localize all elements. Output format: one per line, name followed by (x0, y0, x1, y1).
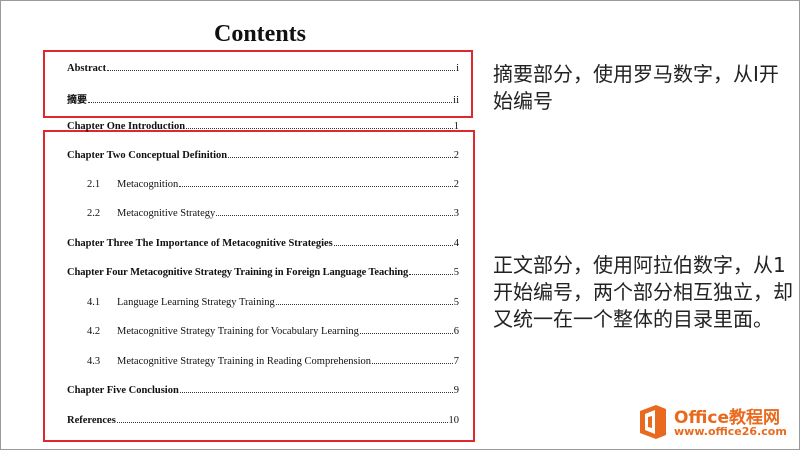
toc-row-section-2-1: 2.1 Metacognition 2 (87, 178, 459, 192)
toc-entry-text: Metacognition (117, 179, 179, 190)
toc-row-chinese-abstract: 摘要 ii (67, 91, 459, 106)
toc-row-references: References 10 (67, 414, 459, 428)
toc-row-chapter-four: Chapter Four Metacognitive Strategy Trai… (67, 266, 459, 280)
page-title: Contents (214, 21, 307, 47)
slide-frame: Contents Abstract i 摘要 ii Chapter One In… (0, 0, 800, 450)
toc-page-number: ii (453, 95, 459, 106)
toc-row-chapter-two: Chapter Two Conceptual Definition 2 (67, 149, 459, 163)
toc-entry-text: Chapter Three The Importance of Metacogn… (67, 238, 333, 249)
toc-row-section-4-2: 4.2 Metacognitive Strategy Training for … (87, 325, 459, 339)
toc-row-section-2-2: 2.2 Metacognitive Strategy 3 (87, 207, 459, 221)
toc-section-number: 2.1 (87, 179, 101, 190)
toc-page-number: 5 (453, 267, 459, 278)
toc-page-number: 7 (453, 356, 459, 367)
toc-page-number: 2 (453, 150, 459, 161)
office-tutorial-logo: Office教程网 www.office26.com (638, 401, 798, 445)
toc-entry-text: Chapter One Introduction (67, 121, 186, 132)
toc-leader-dots (409, 266, 453, 275)
toc-page-number: 3 (453, 208, 459, 219)
toc-leader-dots (359, 325, 453, 334)
toc-page-number: 4 (453, 238, 459, 249)
logo-url: www.office26.com (674, 425, 787, 438)
toc-entry-text: Metacognitive Strategy Training for Voca… (117, 326, 359, 337)
front-matter-note: 摘要部分，使用罗马数字，从Ⅰ开始编号 (493, 62, 779, 113)
toc-leader-dots (179, 178, 453, 187)
toc-leader-dots (372, 355, 453, 364)
toc-entry-text: Language Learning Strategy Training (117, 297, 275, 308)
toc-page-number: 6 (453, 326, 459, 337)
office-logo-icon (640, 405, 666, 439)
toc-row-chapter-one: Chapter One Introduction 1 (67, 120, 459, 134)
toc-entry-text: Abstract (67, 63, 107, 74)
toc-page-number: i (456, 63, 459, 74)
toc-leader-dots (116, 414, 448, 423)
toc-leader-dots (275, 296, 453, 305)
toc-page-number: 10 (448, 415, 460, 426)
toc-entry-text: Chapter Four Metacognitive Strategy Trai… (67, 267, 409, 278)
toc-page-number: 5 (453, 297, 459, 308)
toc-entry-text: Metacognitive Strategy (117, 208, 216, 219)
toc-leader-dots (88, 94, 453, 103)
front-matter-highlight-box (43, 50, 473, 118)
toc-leader-dots (179, 384, 453, 393)
toc-section-number: 4.2 (87, 326, 101, 337)
toc-row-chapter-three: Chapter Three The Importance of Metacogn… (67, 237, 459, 251)
body-note: 正文部分，使用阿拉伯数字，从1开始编号，两个部分相互独立，却又统一在一个整体的目… (493, 253, 793, 331)
toc-row-abstract: Abstract i (67, 62, 459, 76)
toc-row-section-4-1: 4.1 Language Learning Strategy Training … (87, 296, 459, 310)
toc-row-chapter-five: Chapter Five Conclusion 9 (67, 384, 459, 398)
toc-entry-text: References (67, 415, 116, 426)
toc-row-section-4-3: 4.3 Metacognitive Strategy Training in R… (87, 355, 459, 369)
toc-entry-text: Metacognitive Strategy Training in Readi… (117, 356, 372, 367)
toc-entry-text: Chapter Five Conclusion (67, 385, 179, 396)
toc-entry-text: Chapter Two Conceptual Definition (67, 150, 228, 161)
toc-leader-dots (216, 207, 453, 216)
toc-leader-dots (186, 120, 453, 129)
toc-section-number: 2.2 (87, 208, 101, 219)
toc-page-number: 1 (453, 121, 459, 132)
toc-leader-dots (333, 237, 453, 246)
toc-page-number: 9 (453, 385, 459, 396)
toc-section-number: 4.3 (87, 356, 101, 367)
toc-section-number: 4.1 (87, 297, 101, 308)
toc-page-number: 2 (453, 179, 459, 190)
toc-leader-dots (107, 62, 456, 71)
toc-leader-dots (228, 149, 453, 158)
toc-entry-text: 摘要 (67, 95, 87, 106)
